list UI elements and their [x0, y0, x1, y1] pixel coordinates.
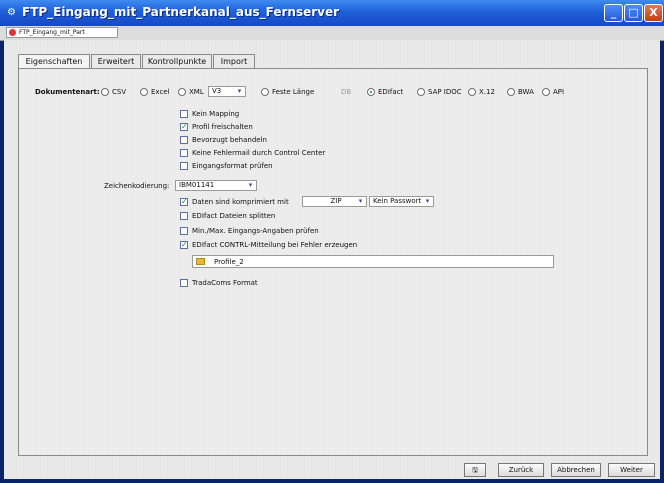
properties-panel: Dokumentenart: CSV Excel XML V3 ▾ Feste … — [18, 68, 648, 456]
password-value: Kein Passwort — [373, 197, 422, 205]
encoding-label: Zeichenkodierung: — [104, 182, 170, 190]
radio-api-label: API — [553, 88, 565, 96]
radio-sap-idoc-label: SAP IDOC — [428, 88, 462, 96]
kein-mapping-label: Kein Mapping — [192, 110, 240, 118]
checkbox-min-max-pruefen[interactable] — [180, 227, 188, 235]
radio-bwa-label: BWA — [518, 88, 534, 96]
radio-api[interactable] — [542, 88, 550, 96]
chevron-down-icon: ▾ — [248, 181, 253, 189]
encoding-select[interactable]: IBM01141 ▾ — [175, 180, 257, 191]
radio-edifact[interactable] — [367, 88, 375, 96]
chevron-down-icon: ▾ — [358, 197, 363, 205]
chevron-down-icon: ▾ — [425, 197, 430, 205]
document-tab[interactable]: FTP_Eingang_mit_Part — [6, 27, 118, 38]
edifact-splitten-label: EDIfact Dateien splitten — [192, 212, 276, 220]
contrl-mitteilung-label: EDIfact CONTRL-Mitteilung bei Fehler erz… — [192, 241, 358, 249]
password-select[interactable]: Kein Passwort ▾ — [369, 196, 434, 207]
checkbox-tradacoms[interactable] — [180, 279, 188, 287]
checkbox-keine-fehlermail[interactable] — [180, 149, 188, 157]
xml-version-value: V3 — [212, 87, 222, 95]
checkbox-profil-freischalten[interactable]: ✓ — [180, 123, 188, 131]
app-icon: ⚙ — [7, 7, 16, 18]
next-button[interactable]: Weiter — [608, 463, 655, 477]
radio-x12-label: X.12 — [479, 88, 495, 96]
radio-edifact-label: EDIfact — [378, 88, 404, 96]
radio-sap-idoc[interactable] — [417, 88, 425, 96]
komprimiert-label: Daten sind komprimiert mit — [192, 198, 289, 206]
dialog-client-area: Eigenschaften Erweitert Kontrollpunkte I… — [4, 40, 660, 479]
radio-csv[interactable] — [101, 88, 109, 96]
doctype-label: Dokumentenart: — [35, 88, 100, 96]
checkbox-komprimiert[interactable]: ✓ — [180, 198, 188, 206]
checkbox-bevorzugt-behandeln[interactable] — [180, 136, 188, 144]
bevorzugt-behandeln-label: Bevorzugt behandeln — [192, 136, 267, 144]
radio-excel-label: Excel — [151, 88, 170, 96]
radio-xml[interactable] — [178, 88, 186, 96]
document-icon — [9, 29, 16, 36]
keine-fehlermail-label: Keine Fehlermail durch Control Center — [192, 149, 326, 157]
tradacoms-label: TradaComs Format — [192, 279, 258, 287]
minimize-button[interactable]: _ — [604, 4, 623, 22]
save-icon-button[interactable]: 🖫 — [464, 463, 486, 477]
tab-eigenschaften[interactable]: Eigenschaften — [18, 54, 90, 69]
maximize-button[interactable]: □ — [624, 4, 643, 22]
radio-feste-laenge-label: Feste Länge — [272, 88, 315, 96]
checkbox-eingangsformat-pruefen[interactable] — [180, 162, 188, 170]
cancel-button[interactable]: Abbrechen — [551, 463, 601, 477]
tab-import[interactable]: Import — [213, 54, 255, 68]
profil-freischalten-label: Profil freischalten — [192, 123, 253, 131]
window-title: FTP_Eingang_mit_Partnerkanal_aus_Fernser… — [22, 5, 340, 19]
radio-csv-label: CSV — [112, 88, 127, 96]
save-icon: 🖫 — [472, 466, 478, 474]
folder-icon[interactable] — [196, 258, 205, 265]
contrl-profile-value: Profile_2 — [214, 258, 244, 266]
db-label: DB — [341, 88, 352, 96]
compression-format-value: ZIP — [330, 197, 342, 205]
contrl-profile-field[interactable]: Profile_2 — [192, 255, 554, 268]
chevron-down-icon: ▾ — [237, 87, 242, 95]
radio-xml-label: XML — [189, 88, 204, 96]
encoding-value: IBM01141 — [179, 181, 215, 189]
title-bar[interactable]: ⚙ FTP_Eingang_mit_Partnerkanal_aus_Ferns… — [0, 0, 664, 26]
min-max-pruefen-label: Min./Max. Eingangs-Angaben prüfen — [192, 227, 319, 235]
document-tab-bar: FTP_Eingang_mit_Part — [0, 26, 664, 41]
checkbox-kein-mapping[interactable] — [180, 110, 188, 118]
eingangsformat-pruefen-label: Eingangsformat prüfen — [192, 162, 273, 170]
radio-feste-laenge[interactable] — [261, 88, 269, 96]
tab-erweitert[interactable]: Erweitert — [91, 54, 141, 68]
radio-x12[interactable] — [468, 88, 476, 96]
back-button[interactable]: Zurück — [498, 463, 544, 477]
checkbox-edifact-splitten[interactable] — [180, 212, 188, 220]
radio-bwa[interactable] — [507, 88, 515, 96]
radio-excel[interactable] — [140, 88, 148, 96]
compression-format-select[interactable]: ZIP ▾ — [302, 196, 367, 207]
xml-version-select[interactable]: V3 ▾ — [208, 86, 246, 97]
tab-kontrollpunkte[interactable]: Kontrollpunkte — [142, 54, 212, 68]
checkbox-contrl-mitteilung[interactable]: ✓ — [180, 241, 188, 249]
document-tab-label: FTP_Eingang_mit_Part — [19, 29, 85, 36]
application-window: ⚙ FTP_Eingang_mit_Partnerkanal_aus_Ferns… — [0, 0, 664, 483]
close-button[interactable]: X — [644, 4, 663, 22]
